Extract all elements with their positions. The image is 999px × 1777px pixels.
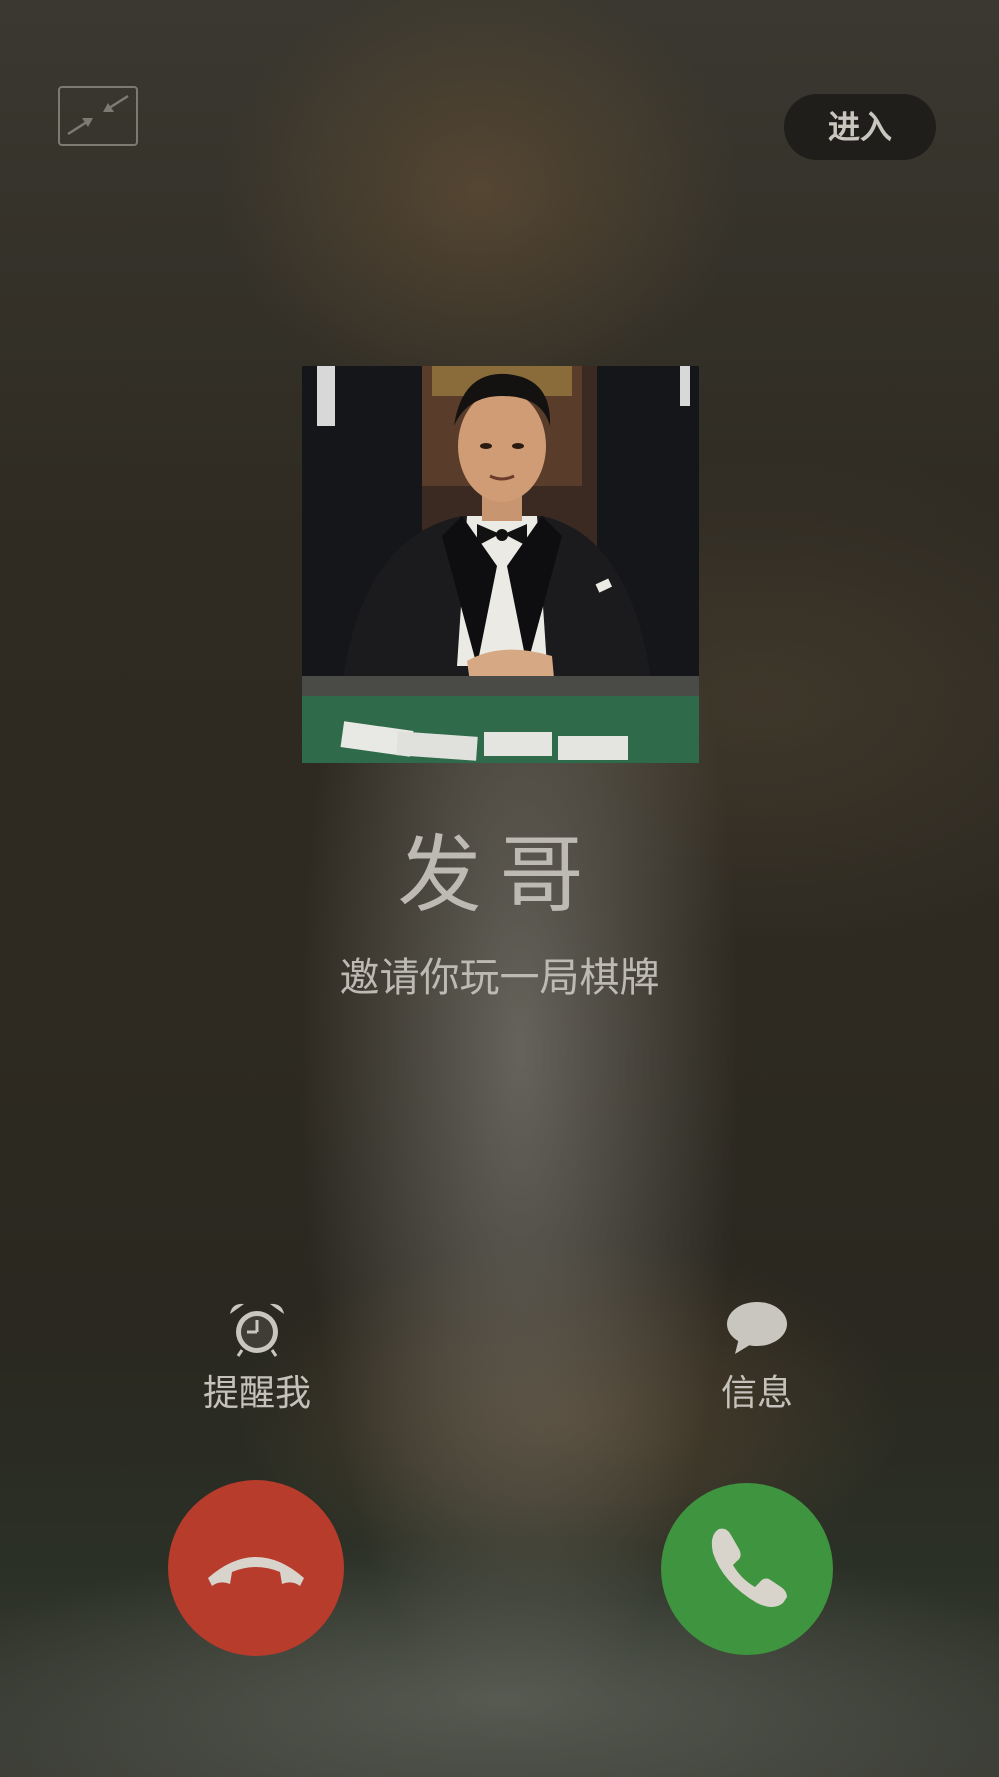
alarm-clock-icon xyxy=(230,1303,284,1357)
invite-text: 邀请你玩一局棋牌 xyxy=(339,955,660,1001)
enter-button[interactable]: 进入 xyxy=(784,94,936,160)
minimize-button[interactable] xyxy=(58,86,138,146)
caller-avatar xyxy=(302,366,699,763)
phone-hangup-icon xyxy=(208,1557,304,1586)
remind-me-button[interactable]: 提醒我 xyxy=(157,1300,357,1418)
phone-icon xyxy=(711,1528,787,1607)
accept-button[interactable] xyxy=(661,1483,833,1655)
chat-bubble-icon xyxy=(727,1302,787,1354)
caller-name: 发哥 xyxy=(397,826,602,924)
message-label: 信息 xyxy=(720,1373,793,1414)
remind-me-label: 提醒我 xyxy=(202,1373,311,1414)
minimize-icon xyxy=(67,94,129,136)
decline-button[interactable] xyxy=(168,1480,344,1656)
incoming-call-screen: 进入 发哥 邀请你玩一局棋牌 提醒我 信息 xyxy=(0,0,999,1777)
message-button[interactable]: 信息 xyxy=(657,1300,857,1418)
